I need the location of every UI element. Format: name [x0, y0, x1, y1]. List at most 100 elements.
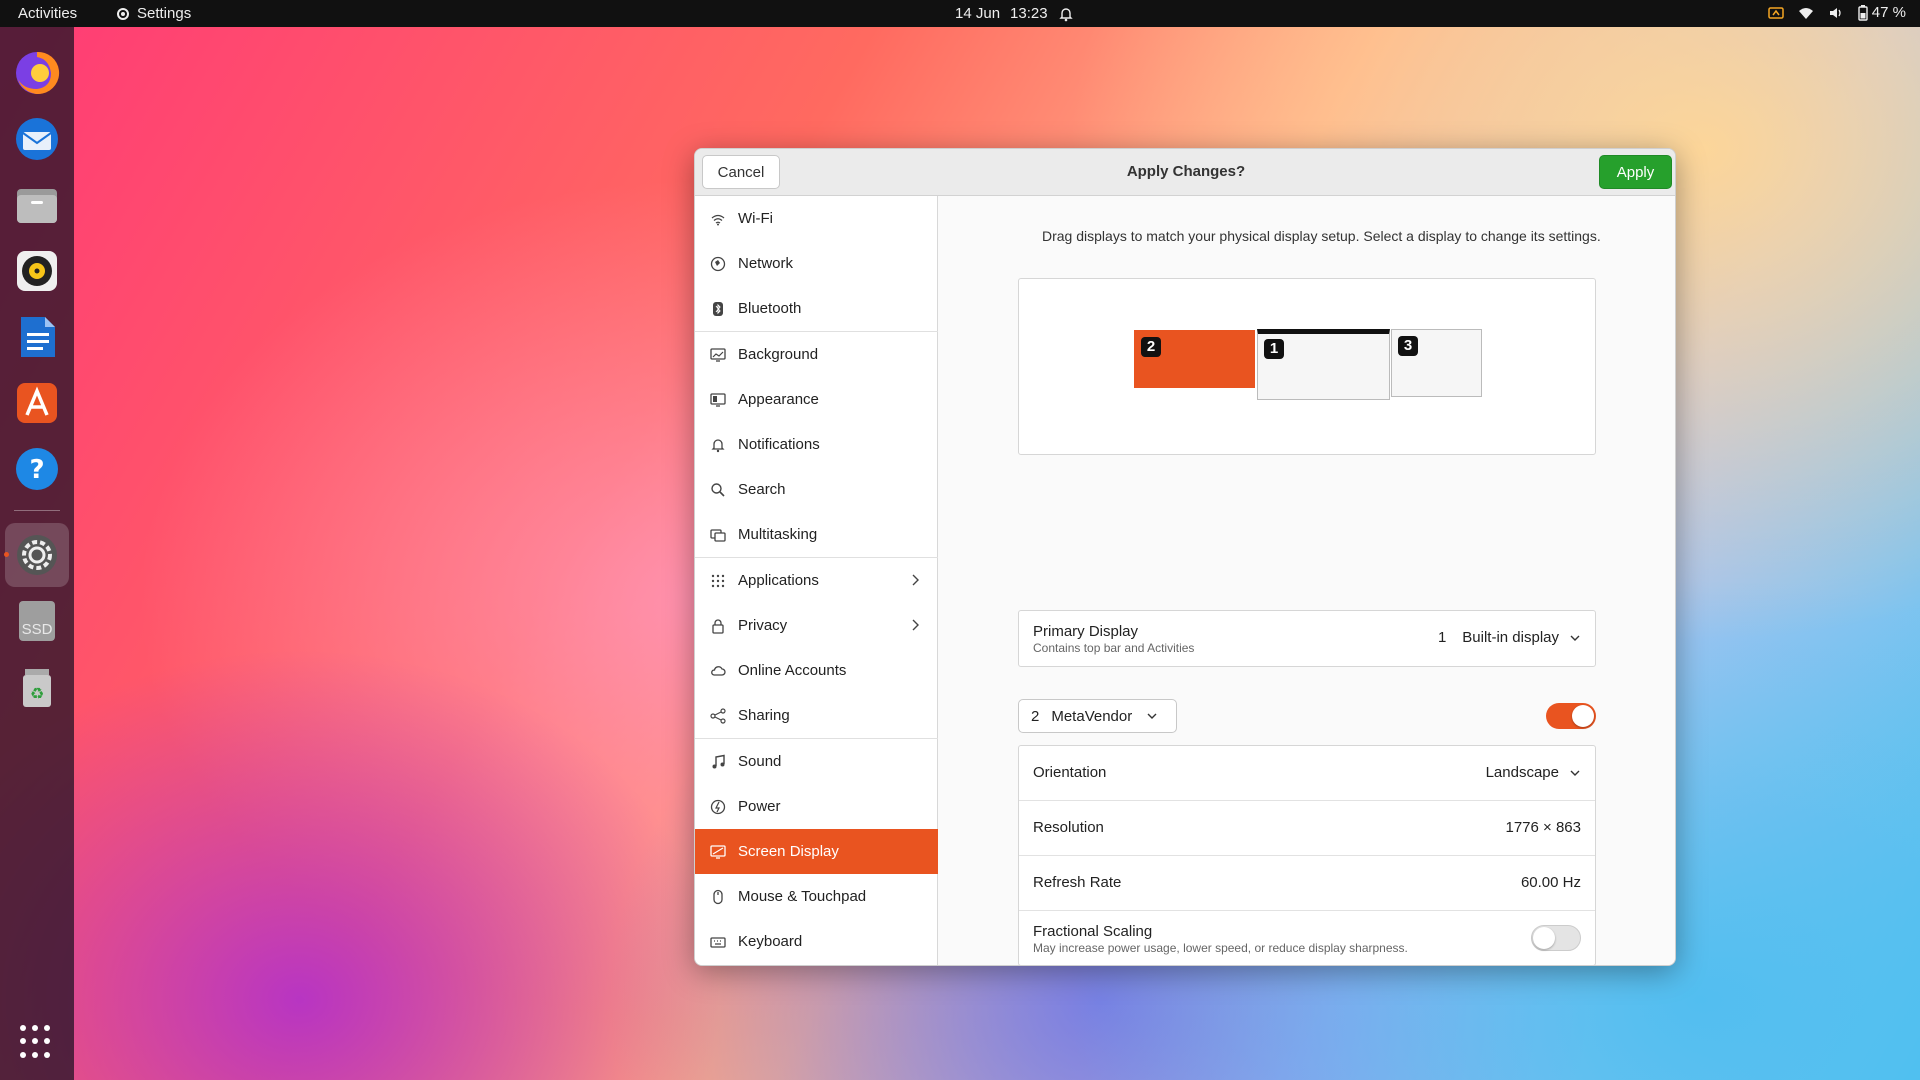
sidebar-item-sound[interactable]: Sound [695, 739, 938, 784]
files-icon[interactable] [13, 181, 61, 229]
sidebar-item-power[interactable]: Power [695, 784, 938, 829]
bell-icon [1058, 7, 1073, 21]
monitor-number: 2 [1141, 337, 1161, 357]
cloud-icon [710, 663, 726, 679]
sidebar-item-privacy[interactable]: Privacy [695, 603, 938, 648]
sidebar-item-label: Power [738, 798, 781, 815]
app-menu[interactable]: Settings [115, 5, 191, 22]
fractional-scaling-row: Fractional Scaling May increase power us… [1019, 911, 1595, 965]
selected-monitor-name: MetaVendor [1051, 707, 1133, 725]
monitor-2[interactable]: 2 [1134, 330, 1255, 388]
battery-label: 47 % [1871, 4, 1906, 21]
chevron-right-icon [912, 574, 919, 586]
keyboard-icon [710, 934, 726, 950]
monitor-selector-dropdown[interactable]: 2 MetaVendor [1018, 699, 1177, 733]
fractional-scaling-toggle[interactable] [1531, 925, 1581, 951]
refresh-rate-row[interactable]: Refresh Rate 60.00 Hz [1019, 856, 1595, 911]
search-icon [710, 482, 726, 498]
apply-button[interactable]: Apply [1599, 155, 1672, 189]
system-tray[interactable]: 47 % [1768, 4, 1906, 21]
bluetooth-icon [710, 301, 726, 317]
display-arrangement[interactable]: 2 1 3 [1018, 278, 1596, 455]
sidebar-item-keyboard[interactable]: Keyboard [695, 919, 938, 964]
monitor-number: 1 [1264, 339, 1284, 359]
thunderbird-icon[interactable] [13, 115, 61, 163]
volume-icon [1829, 7, 1841, 18]
rhythmbox-icon[interactable] [13, 247, 61, 295]
screen-share-icon [1768, 6, 1784, 19]
multitasking-icon [710, 527, 726, 543]
primary-display-row[interactable]: Primary Display Contains top bar and Act… [1019, 611, 1595, 666]
svg-text:?: ? [29, 455, 44, 485]
help-icon[interactable]: ? [13, 445, 61, 493]
ssd-drive-icon[interactable]: SSD [13, 597, 61, 645]
monitor-1[interactable]: 1 [1257, 329, 1390, 400]
primary-display-card[interactable]: Primary Display Contains top bar and Act… [1018, 610, 1596, 667]
sidebar-item-label: Multitasking [738, 526, 818, 543]
lock-icon [710, 618, 726, 634]
background-icon [710, 347, 726, 363]
activities-button[interactable]: Activities [18, 5, 77, 22]
show-apps-button[interactable] [20, 1025, 54, 1059]
sidebar-item-mouse-touchpad[interactable]: Mouse & Touchpad [695, 874, 938, 919]
sidebar-item-label: Applications [738, 572, 819, 589]
running-indicator [4, 552, 9, 557]
top-bar: Activities Settings 14 Jun 13:23 47 % [0, 0, 1920, 27]
apps-grid-icon [710, 573, 726, 589]
date-label: 14 Jun [955, 5, 1001, 22]
sidebar-item-applications[interactable]: Applications [695, 558, 938, 603]
arrangement-description: Drag displays to match your physical dis… [1042, 228, 1601, 244]
time-label: 13:23 [1010, 5, 1048, 22]
settings-window: Cancel Apply Changes? Apply Wi-Fi Networ… [694, 148, 1676, 966]
sidebar-item-wifi[interactable]: Wi-Fi [695, 196, 938, 241]
monitor-settings-card: Orientation Landscape Resolution 1776 × … [1018, 745, 1596, 965]
sidebar-item-background[interactable]: Background [695, 332, 938, 377]
sidebar-item-multitasking[interactable]: Multitasking [695, 512, 938, 557]
settings-icon[interactable] [13, 531, 61, 579]
app-menu-label: Settings [137, 5, 192, 22]
bell-icon [710, 437, 726, 453]
sidebar-item-label: Notifications [738, 436, 820, 453]
clock[interactable]: 14 Jun 13:23 [955, 5, 1074, 22]
libreoffice-writer-icon[interactable] [13, 313, 61, 361]
battery-indicator: 47 % [1858, 4, 1906, 21]
header-bar: Cancel Apply Changes? Apply [695, 149, 1675, 196]
sidebar-item-notifications[interactable]: Notifications [695, 422, 938, 467]
orientation-row[interactable]: Orientation Landscape [1019, 746, 1595, 801]
sidebar-item-label: Mouse & Touchpad [738, 888, 867, 905]
toggle-knob [1533, 927, 1555, 949]
firefox-icon[interactable] [13, 49, 61, 97]
sidebar-item-label: Network [738, 255, 794, 272]
battery-icon [1858, 4, 1868, 21]
sidebar-item-bluetooth[interactable]: Bluetooth [695, 286, 938, 331]
sidebar-item-appearance[interactable]: Appearance [695, 377, 938, 422]
resolution-row[interactable]: Resolution 1776 × 863 [1019, 801, 1595, 856]
monitor-3[interactable]: 3 [1391, 329, 1482, 397]
monitor-enabled-toggle[interactable] [1546, 703, 1596, 729]
primary-display-sublabel: Contains top bar and Activities [1033, 641, 1195, 655]
sidebar-item-screen-display[interactable]: Screen Display [695, 829, 938, 874]
chevron-down-icon [1147, 713, 1157, 719]
sidebar-item-search[interactable]: Search [695, 467, 938, 512]
chevron-down-icon [1570, 770, 1580, 776]
trash-icon[interactable]: ♻ [13, 663, 61, 711]
sidebar-item-network[interactable]: Network [695, 241, 938, 286]
wifi-icon [1798, 7, 1813, 19]
orientation-dropdown[interactable]: Landscape [1486, 764, 1581, 781]
sidebar: Wi-Fi Network Bluetooth Background Appea… [695, 196, 938, 965]
dock: ? SSD ♻ [0, 27, 74, 1080]
primary-display-value: 1 Built-in display [1438, 629, 1581, 646]
toggle-knob [1572, 705, 1594, 727]
share-icon [710, 707, 726, 724]
chevron-down-icon [1570, 635, 1580, 641]
software-center-icon[interactable] [13, 379, 61, 427]
sidebar-item-online-accounts[interactable]: Online Accounts [695, 648, 938, 693]
mouse-icon [710, 889, 726, 905]
sidebar-item-label: Online Accounts [738, 662, 847, 679]
sidebar-item-sharing[interactable]: Sharing [695, 693, 938, 738]
svg-text:♻: ♻ [30, 684, 44, 703]
sidebar-item-label: Screen Display [738, 843, 839, 860]
display-settings-panel: Drag displays to match your physical dis… [939, 196, 1675, 965]
sidebar-item-label: Keyboard [738, 933, 803, 950]
sidebar-item-label: Privacy [738, 617, 788, 634]
